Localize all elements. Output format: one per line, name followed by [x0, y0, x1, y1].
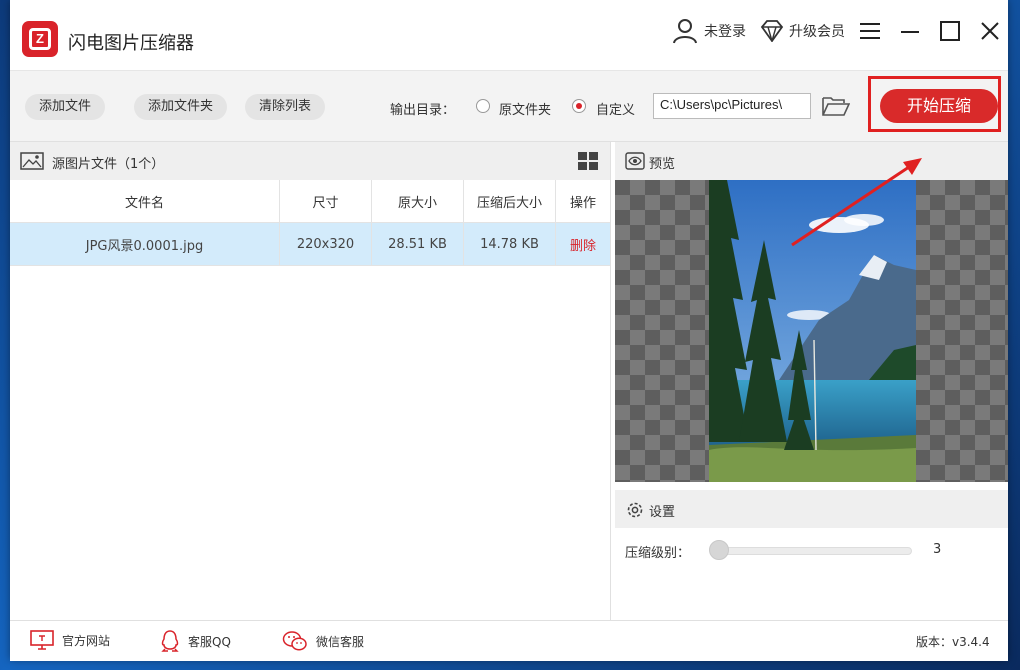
version-text: 版本：v3.4.4: [916, 635, 990, 649]
highlight-box: [868, 76, 1001, 132]
file-list-panel: 源图片文件（1个） 文件名 尺寸 原大小 压缩后大小 操作 JPG风景0.000…: [10, 142, 611, 620]
qq-icon: [161, 630, 179, 652]
footer: 官方网站 客服QQ 微信客服 版本：v3.4.4: [10, 620, 1008, 661]
file-list-header: 源图片文件（1个）: [10, 142, 610, 180]
grid-view-icon[interactable]: [578, 152, 598, 170]
file-table: 文件名 尺寸 原大小 压缩后大小 操作 JPG风景0.0001.jpg 220x…: [10, 180, 610, 266]
col-dimensions: 尺寸: [279, 180, 372, 223]
browse-folder-button[interactable]: [822, 95, 851, 121]
app-window: Z 闪电图片压缩器 未登录 升级会员 添加文件 添加文件夹 清除列表 输出目录：…: [10, 0, 1008, 661]
delete-link[interactable]: 删除: [555, 222, 610, 266]
wechat-link[interactable]: 微信客服: [282, 630, 364, 652]
maximize-button[interactable]: [935, 18, 965, 44]
qq-link[interactable]: 客服QQ: [160, 630, 231, 652]
cell-compressed-size: 14.78 KB: [463, 222, 556, 266]
preview-panel: 预览 设置 压缩级别： 3: [615, 142, 1008, 620]
app-title: 闪电图片压缩器: [68, 33, 194, 54]
compression-level-handle[interactable]: [709, 540, 729, 560]
compression-level-label: 压缩级别：: [625, 546, 691, 561]
diamond-icon: [760, 20, 784, 42]
col-action: 操作: [555, 180, 610, 223]
maximize-icon: [940, 21, 960, 41]
add-folder-button[interactable]: 添加文件夹: [134, 94, 228, 120]
close-icon: [981, 22, 999, 40]
radio-original-folder[interactable]: [476, 99, 490, 113]
qq-label: 客服QQ: [188, 634, 231, 649]
cell-filename: JPG风景0.0001.jpg: [10, 222, 280, 266]
upgrade-link[interactable]: 升级会员: [760, 18, 845, 44]
menu-icon: [860, 23, 880, 39]
login-label: 未登录: [704, 24, 746, 40]
toolbar: 添加文件 添加文件夹 清除列表 输出目录： 原文件夹 自定义 C:\Users\…: [10, 71, 1008, 142]
preview-title: 预览: [649, 157, 676, 172]
cell-dimensions: 220x320: [279, 222, 372, 266]
gear-icon: [627, 502, 643, 518]
compression-level-value: 3: [933, 542, 942, 557]
settings-title: 设置: [649, 505, 676, 520]
folder-open-icon: [822, 97, 851, 116]
app-logo: Z: [22, 21, 58, 57]
menu-button[interactable]: [855, 18, 885, 44]
add-file-button[interactable]: 添加文件: [25, 94, 106, 120]
file-list-title: 源图片文件（1个）: [52, 157, 165, 172]
settings-header: 设置: [615, 490, 1008, 528]
website-link[interactable]: 官方网站: [30, 630, 110, 650]
login-link[interactable]: 未登录: [672, 18, 746, 44]
col-original-size: 原大小: [371, 180, 464, 223]
cell-original-size: 28.51 KB: [371, 222, 464, 266]
radio-custom[interactable]: [572, 99, 586, 113]
image-icon: [20, 152, 44, 170]
preview-image: [709, 180, 916, 482]
output-path-input[interactable]: C:\Users\pc\Pictures\: [653, 93, 811, 119]
clear-list-button[interactable]: 清除列表: [245, 94, 326, 120]
output-dir-label: 输出目录：: [390, 103, 456, 118]
title-bar: Z 闪电图片压缩器 未登录 升级会员: [10, 0, 1008, 71]
col-filename: 文件名: [10, 180, 280, 223]
radio-custom-label[interactable]: 自定义: [596, 99, 635, 118]
minimize-icon: [901, 31, 919, 33]
table-row[interactable]: JPG风景0.0001.jpg 220x320 28.51 KB 14.78 K…: [10, 222, 610, 266]
monitor-icon: [30, 630, 54, 650]
wechat-icon: [282, 631, 307, 651]
user-icon: [673, 19, 697, 44]
close-button[interactable]: [975, 18, 1005, 44]
wechat-label: 微信客服: [316, 634, 365, 649]
upgrade-label: 升级会员: [789, 24, 845, 40]
website-label: 官方网站: [62, 633, 111, 648]
compression-level-slider[interactable]: [712, 547, 912, 555]
eye-icon: [625, 152, 645, 170]
preview-canvas: [615, 180, 1008, 482]
minimize-button[interactable]: [895, 18, 925, 44]
col-compressed-size: 压缩后大小: [463, 180, 556, 223]
radio-original-folder-label[interactable]: 原文件夹: [499, 99, 551, 118]
preview-header: 预览: [615, 142, 1008, 180]
